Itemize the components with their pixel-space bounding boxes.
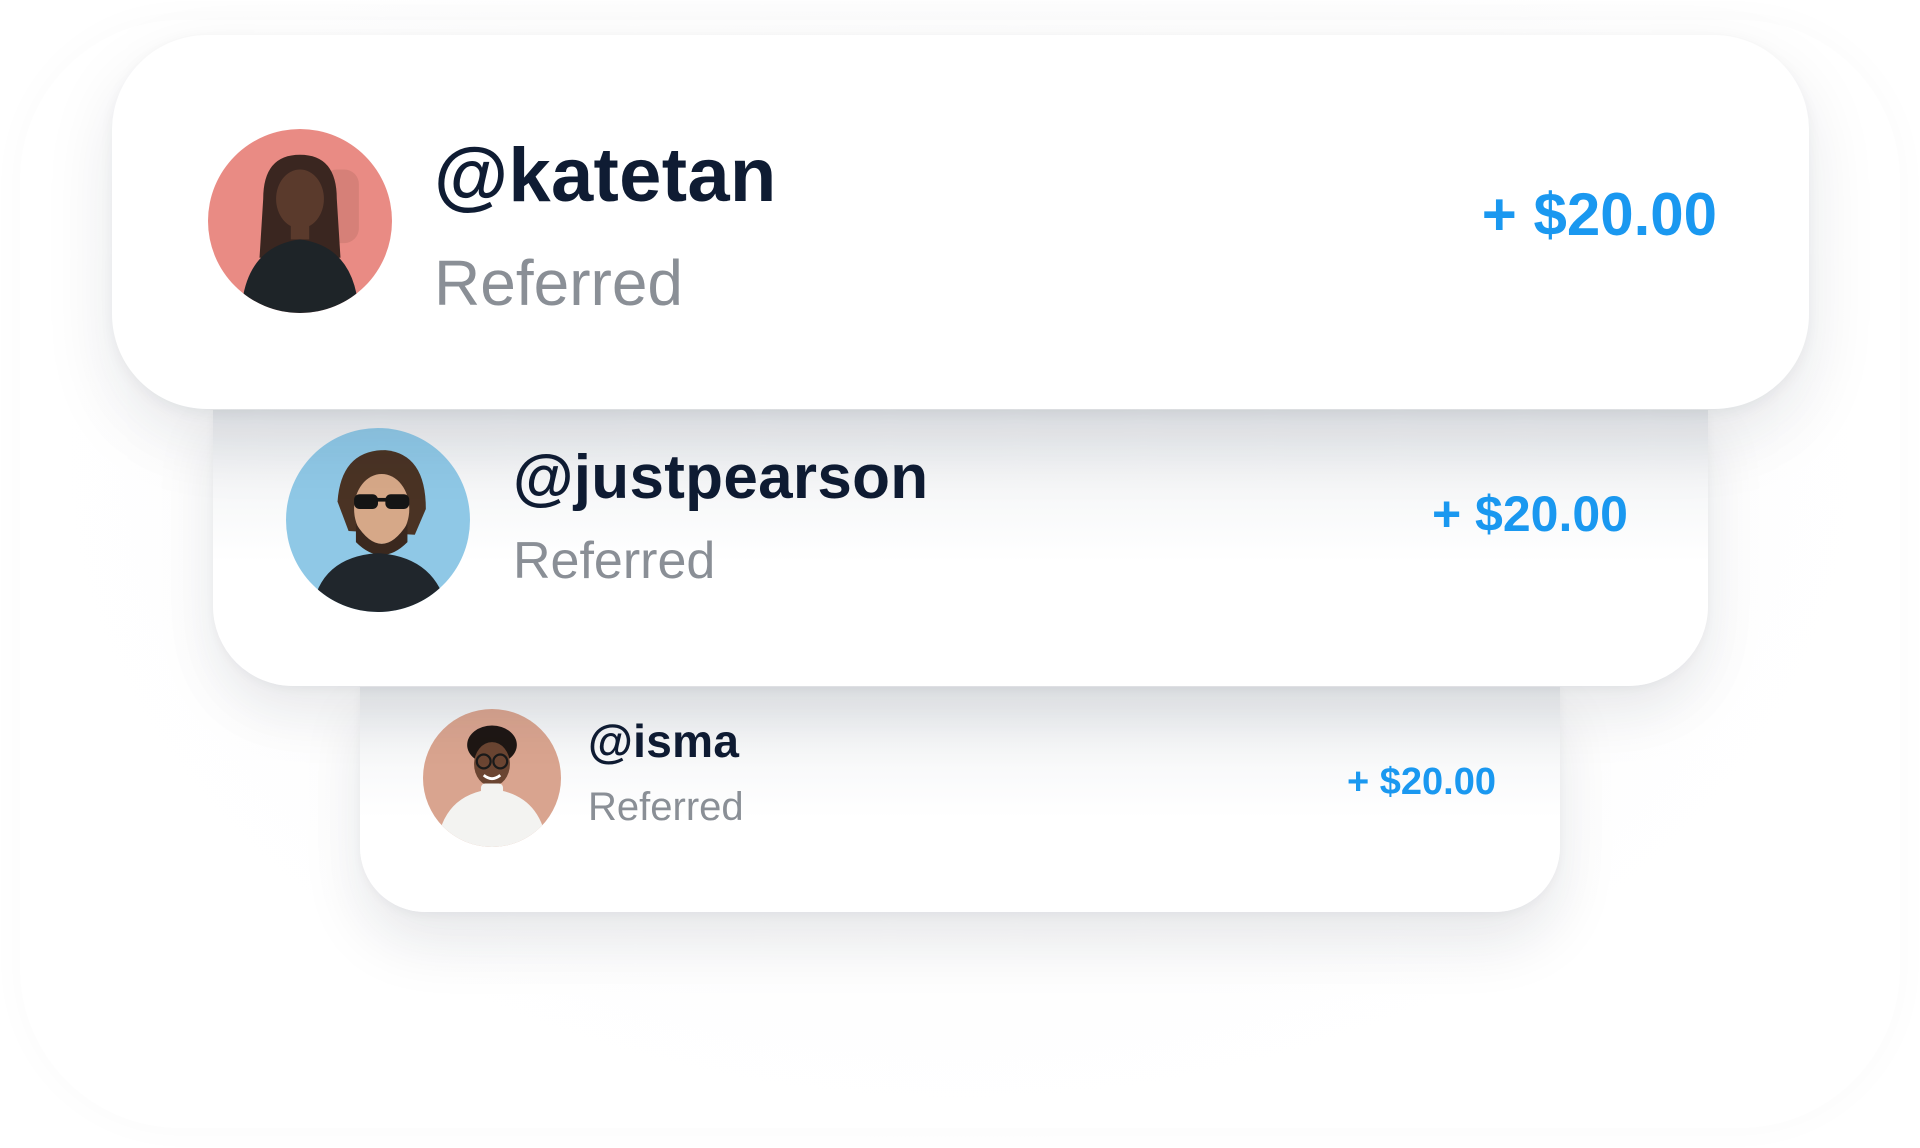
avatar [286, 428, 470, 612]
referral-status: Referred [588, 785, 744, 829]
referral-handle: @isma [588, 715, 740, 767]
referrals-stage: @katetan Referred + $20.00 @justpearson … [0, 0, 1920, 1148]
person-avatar-icon [423, 709, 561, 847]
avatar [208, 129, 392, 313]
referral-status: Referred [513, 532, 716, 590]
person-avatar-icon [286, 428, 470, 612]
referral-amount: + $20.00 [1481, 181, 1717, 248]
person-avatar-icon [208, 129, 392, 313]
referral-card[interactable]: @katetan Referred + $20.00 [112, 35, 1809, 409]
referral-amount: + $20.00 [1347, 761, 1496, 803]
referral-text: @justpearson Referred [513, 440, 928, 594]
referral-card[interactable]: @justpearson Referred + $20.00 [213, 410, 1708, 686]
referral-amount: + $20.00 [1431, 486, 1628, 542]
referral-handle: @justpearson [513, 443, 929, 512]
avatar [423, 709, 561, 847]
referral-text: @isma Referred [588, 713, 744, 833]
referral-text: @katetan Referred [434, 131, 777, 323]
referral-card[interactable]: @isma Referred + $20.00 [360, 687, 1560, 912]
referral-handle: @katetan [434, 133, 777, 218]
referral-status: Referred [434, 247, 683, 319]
